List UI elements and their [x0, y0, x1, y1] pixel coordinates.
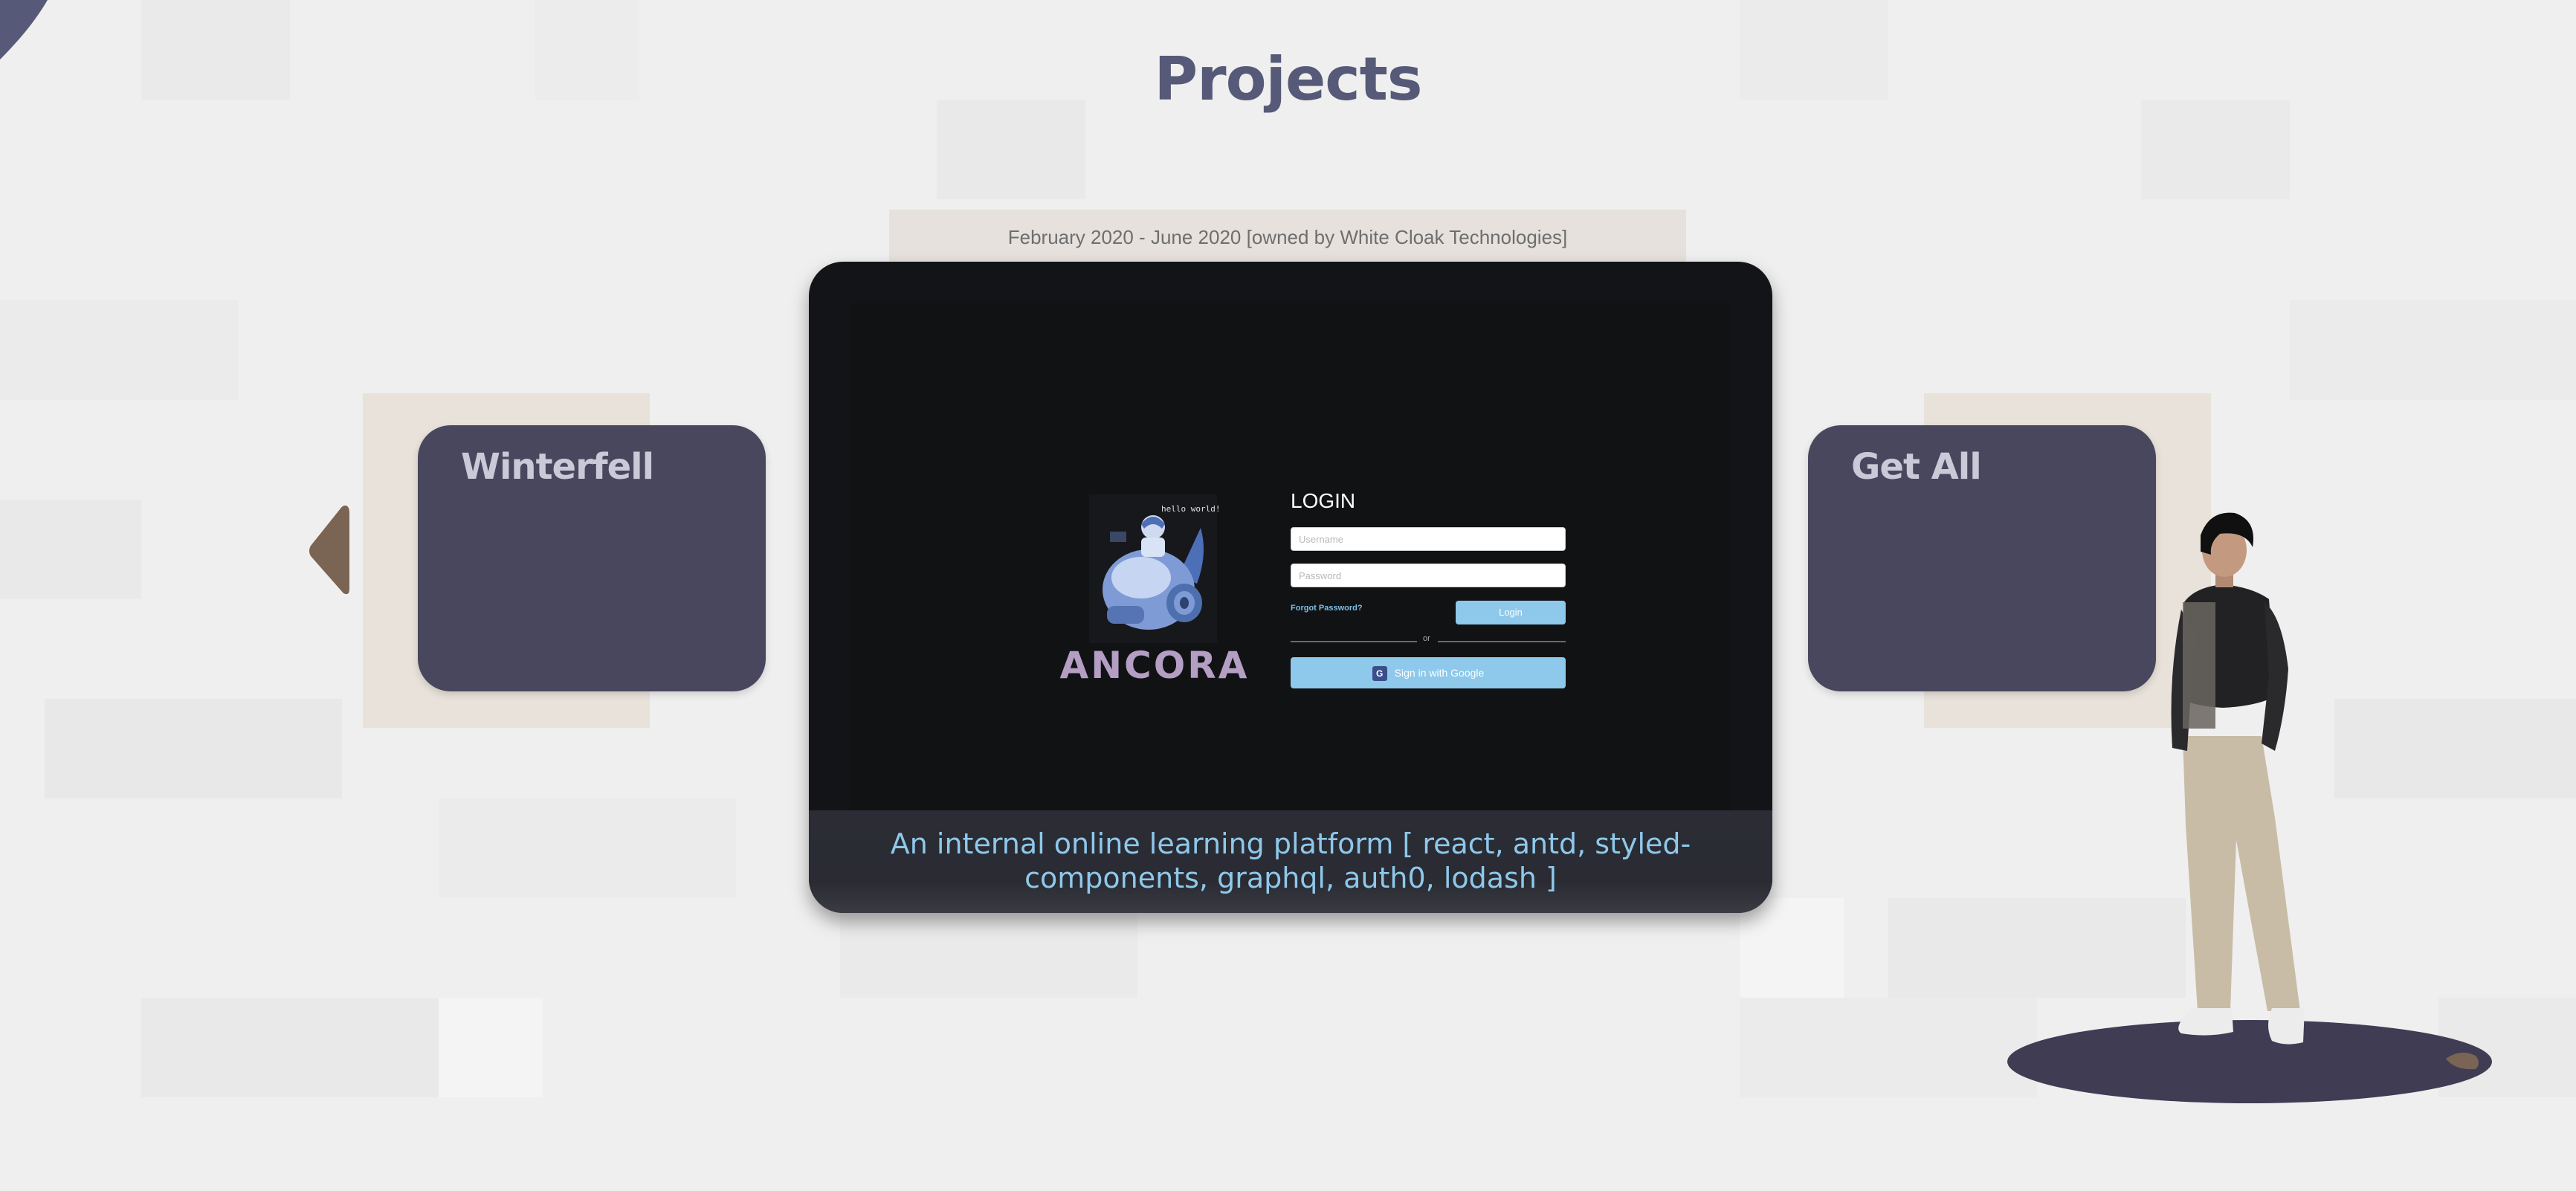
previous-arrow-icon[interactable] [308, 504, 349, 598]
login-heading: LOGIN [1291, 489, 1356, 512]
project-card-title: Get All [1851, 446, 1982, 488]
password-field[interactable] [1291, 564, 1566, 587]
ancora-logo-panel [1089, 494, 1217, 643]
project-date-band: February 2020 - June 2020 [owned by Whit… [889, 210, 1686, 263]
google-sign-in-button[interactable]: G Sign in with Google [1291, 657, 1566, 688]
person-illustration [2007, 512, 2492, 1103]
divider-line [1438, 641, 1566, 642]
project-dates: February 2020 - June 2020 [owned by Whit… [1007, 226, 1568, 248]
google-sign-in-label: Sign in with Google [1394, 667, 1485, 679]
google-icon: G [1372, 666, 1387, 682]
ancora-mascot-icon [1103, 515, 1204, 630]
login-button[interactable]: Login [1456, 601, 1566, 624]
project-description: An internal online learning platform [ r… [809, 810, 1772, 913]
project-card-previous[interactable]: Winterfell [418, 425, 766, 691]
page-title: Projects [1154, 45, 1422, 114]
logo-caption: hello world! [1161, 504, 1221, 514]
project-card-title: Winterfell [461, 446, 654, 488]
divider-line [1291, 641, 1417, 642]
ancora-wordmark: ANCORA [1059, 644, 1250, 687]
divider-label: or [1423, 634, 1430, 643]
username-field[interactable] [1291, 527, 1566, 551]
forgot-password-link[interactable]: Forgot Password? [1291, 604, 1363, 613]
project-screenshot [850, 303, 1731, 873]
